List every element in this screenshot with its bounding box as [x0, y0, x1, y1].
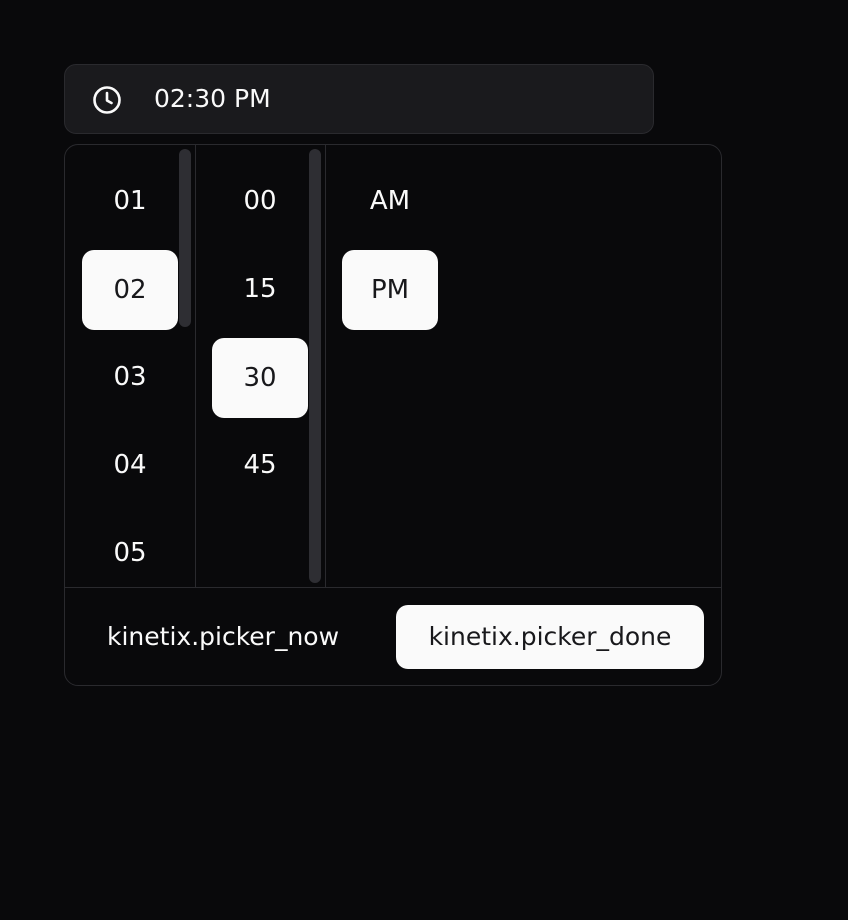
minute-option[interactable]: 15 [212, 249, 308, 329]
time-picker-trigger[interactable]: 02:30 PM [64, 64, 654, 134]
now-button[interactable]: kinetix.picker_now [85, 605, 361, 669]
picker-footer: kinetix.picker_now kinetix.picker_done [65, 587, 721, 685]
hour-option[interactable]: 01 [82, 161, 178, 241]
meridiem-column[interactable]: AM PM [326, 145, 721, 587]
hour-option[interactable]: 04 [82, 425, 178, 505]
done-button[interactable]: kinetix.picker_done [396, 605, 704, 669]
minute-option[interactable]: 00 [212, 161, 308, 241]
time-picker-panel: 01 02 03 04 05 00 15 30 45 AM PM kinetix… [64, 144, 722, 686]
minutes-column[interactable]: 00 15 30 45 [196, 145, 326, 587]
minute-option[interactable]: 45 [212, 425, 308, 505]
pm-option-selected[interactable]: PM [342, 250, 438, 330]
minutes-scrollbar[interactable] [309, 149, 321, 583]
hours-scrollbar[interactable] [179, 149, 191, 327]
hours-column[interactable]: 01 02 03 04 05 [65, 145, 196, 587]
clock-icon [93, 86, 121, 114]
minute-option-selected[interactable]: 30 [212, 338, 308, 418]
hour-option[interactable]: 03 [82, 337, 178, 417]
selected-time-value: 02:30 PM [154, 84, 271, 113]
hour-option-selected[interactable]: 02 [82, 250, 178, 330]
am-option[interactable]: AM [342, 161, 438, 241]
hour-option[interactable]: 05 [82, 513, 178, 587]
